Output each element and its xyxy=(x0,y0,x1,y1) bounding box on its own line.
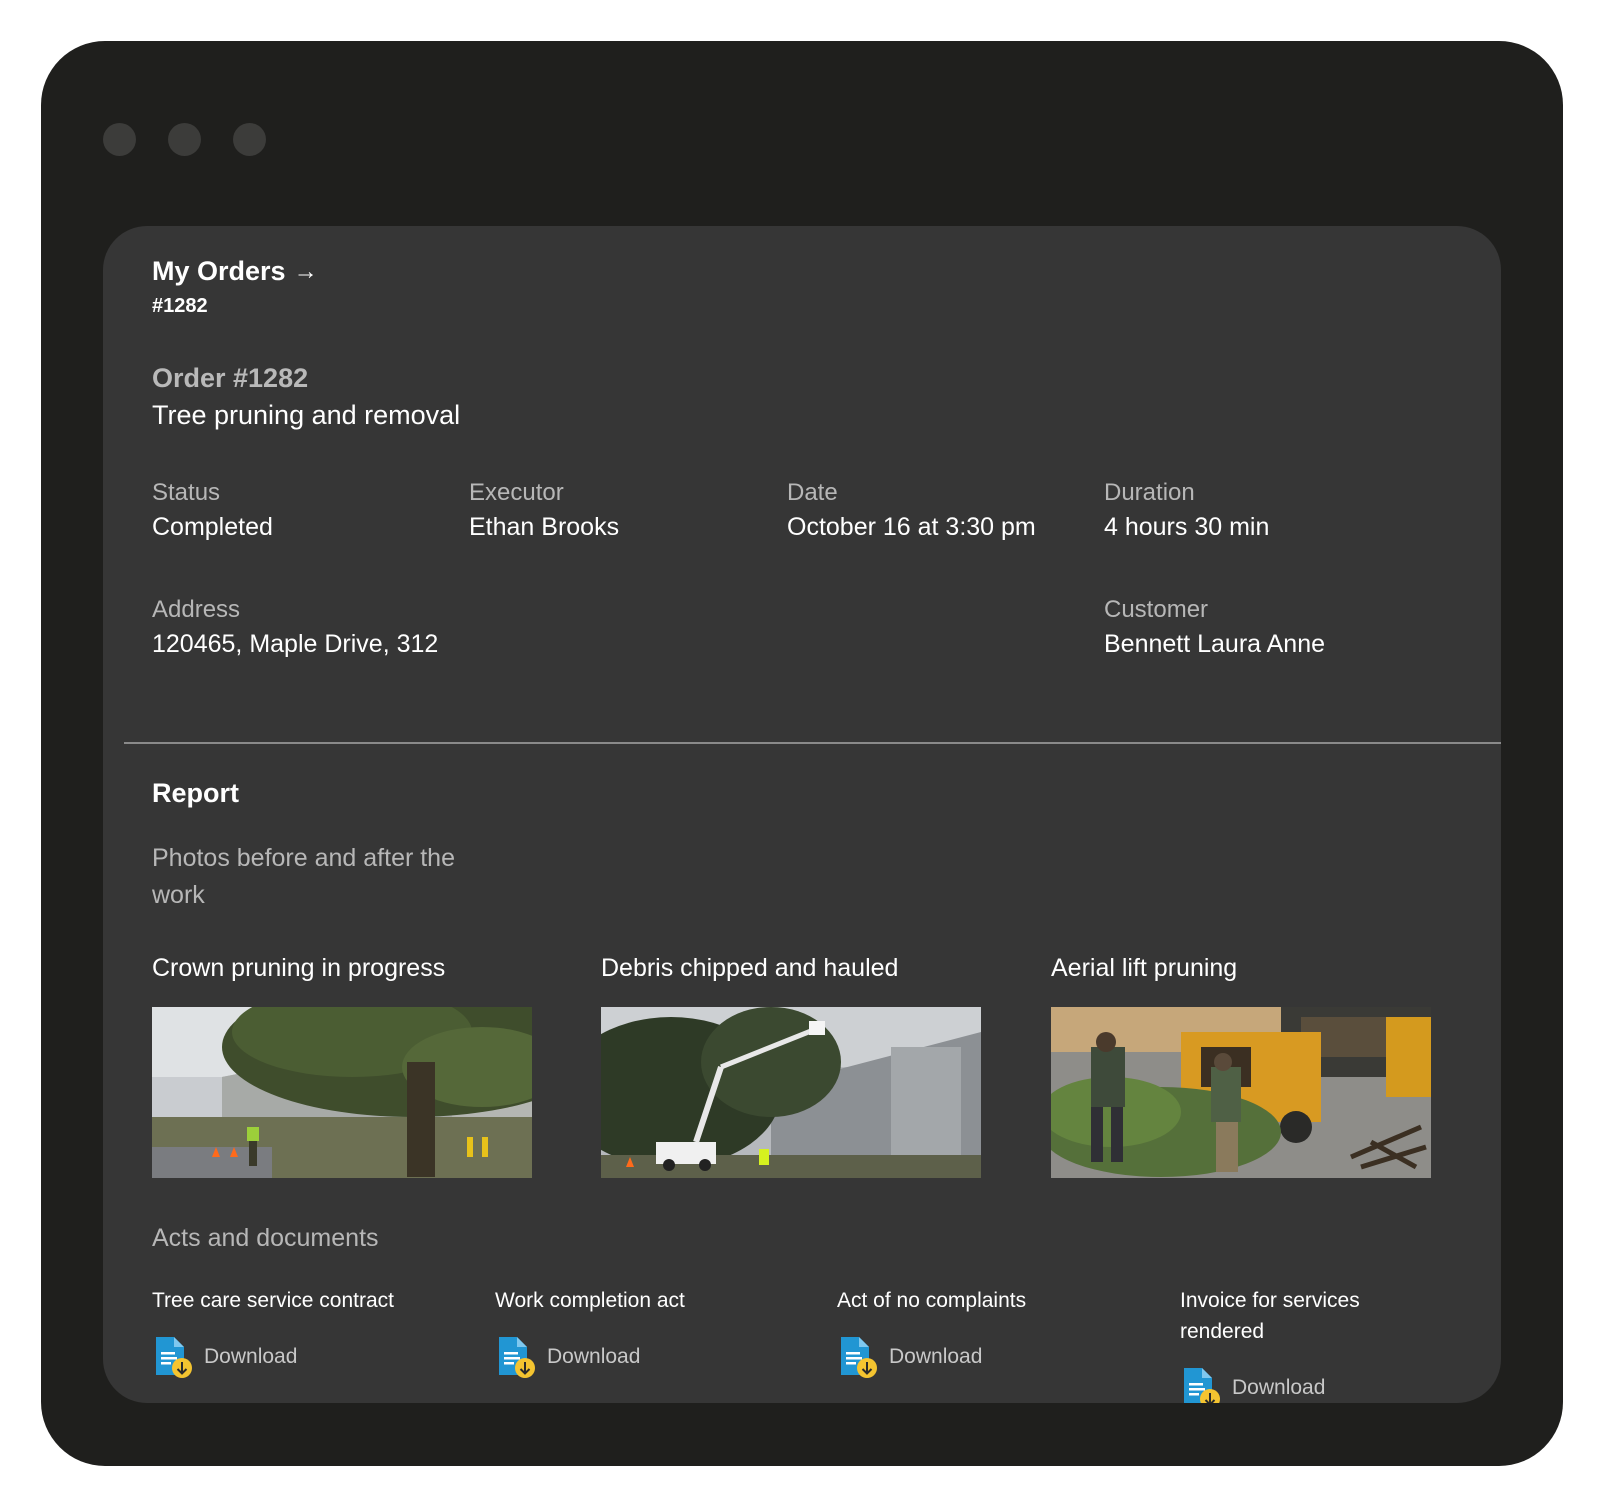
field-duration-label: Duration xyxy=(1104,479,1195,506)
field-executor-label: Executor xyxy=(469,479,564,506)
photo-image[interactable] xyxy=(152,1007,532,1178)
app-window: My Orders → #1282 Order #1282 Tree pruni… xyxy=(41,41,1563,1466)
document-item: Work completion act Download xyxy=(495,1285,795,1379)
field-customer-label: Customer xyxy=(1104,596,1209,623)
field-address: Address 120465, Maple Drive, 312 xyxy=(152,596,438,659)
photo-caption: Crown pruning in progress xyxy=(152,954,446,982)
order-header: Order #1282 Tree pruning and removal xyxy=(152,363,460,431)
my-orders-link-label: My Orders xyxy=(152,256,286,286)
window-controls xyxy=(103,123,266,156)
photo-caption: Debris chipped and hauled xyxy=(601,954,899,982)
field-address-value: 120465, Maple Drive, 312 xyxy=(152,630,439,658)
document-title: Act of no complaints xyxy=(837,1289,1027,1312)
field-duration: Duration 4 hours 30 min xyxy=(1104,479,1269,542)
window-dot-maximize[interactable] xyxy=(233,123,266,156)
field-executor: Executor Ethan Brooks xyxy=(469,479,619,542)
arrow-right-icon: → xyxy=(293,257,318,285)
field-executor-value: Ethan Brooks xyxy=(469,513,620,541)
file-download-icon xyxy=(152,1335,194,1379)
photo-caption: Aerial lift pruning xyxy=(1051,954,1238,982)
field-status-value: Completed xyxy=(152,513,273,541)
field-date-value: October 16 at 3:30 pm xyxy=(787,513,1036,541)
document-title: Invoice for services rendered xyxy=(1180,1289,1360,1343)
photo-card: Crown pruning in progress xyxy=(152,954,532,1178)
field-duration-value: 4 hours 30 min xyxy=(1104,513,1270,541)
download-label: Download xyxy=(1232,1376,1326,1399)
field-address-label: Address xyxy=(152,596,241,623)
window-dot-close[interactable] xyxy=(103,123,136,156)
download-label: Download xyxy=(204,1345,298,1368)
download-button[interactable]: Download xyxy=(837,1335,1137,1379)
field-customer-value: Bennett Laura Anne xyxy=(1104,630,1326,658)
field-date-label: Date xyxy=(787,479,838,506)
download-label: Download xyxy=(889,1345,983,1368)
file-download-icon xyxy=(837,1335,879,1379)
download-button[interactable]: Download xyxy=(1180,1366,1420,1403)
breadcrumb: My Orders → #1282 xyxy=(152,256,318,318)
download-button[interactable]: Download xyxy=(152,1335,452,1379)
download-label: Download xyxy=(547,1345,641,1368)
order-title: Tree pruning and removal xyxy=(152,400,461,430)
breadcrumb-current: #1282 xyxy=(152,295,208,317)
document-title: Work completion act xyxy=(495,1289,685,1312)
order-panel: My Orders → #1282 Order #1282 Tree pruni… xyxy=(103,226,1501,1403)
file-download-icon xyxy=(495,1335,537,1379)
field-status: Status Completed xyxy=(152,479,273,542)
my-orders-link[interactable]: My Orders → xyxy=(152,256,318,287)
order-number: Order #1282 xyxy=(152,363,309,393)
photo-image[interactable] xyxy=(601,1007,981,1178)
document-item: Tree care service contract Download xyxy=(152,1285,452,1379)
photo-image[interactable] xyxy=(1051,1007,1431,1178)
document-item: Act of no complaints Download xyxy=(837,1285,1137,1379)
field-status-label: Status xyxy=(152,479,221,506)
section-divider xyxy=(124,742,1501,744)
download-button[interactable]: Download xyxy=(495,1335,795,1379)
photo-card: Debris chipped and hauled xyxy=(601,954,981,1178)
window-dot-minimize[interactable] xyxy=(168,123,201,156)
report-title: Report xyxy=(152,778,239,808)
file-download-icon xyxy=(1180,1366,1222,1403)
field-date: Date October 16 at 3:30 pm xyxy=(787,479,1036,542)
document-item: Invoice for services rendered Download xyxy=(1180,1285,1420,1403)
acts-documents-label: Acts and documents xyxy=(152,1224,379,1252)
field-customer: Customer Bennett Laura Anne xyxy=(1104,596,1325,659)
photos-label: Photos before and after the work xyxy=(152,844,455,909)
photo-card: Aerial lift pruning xyxy=(1051,954,1431,1178)
document-title: Tree care service contract xyxy=(152,1289,394,1312)
